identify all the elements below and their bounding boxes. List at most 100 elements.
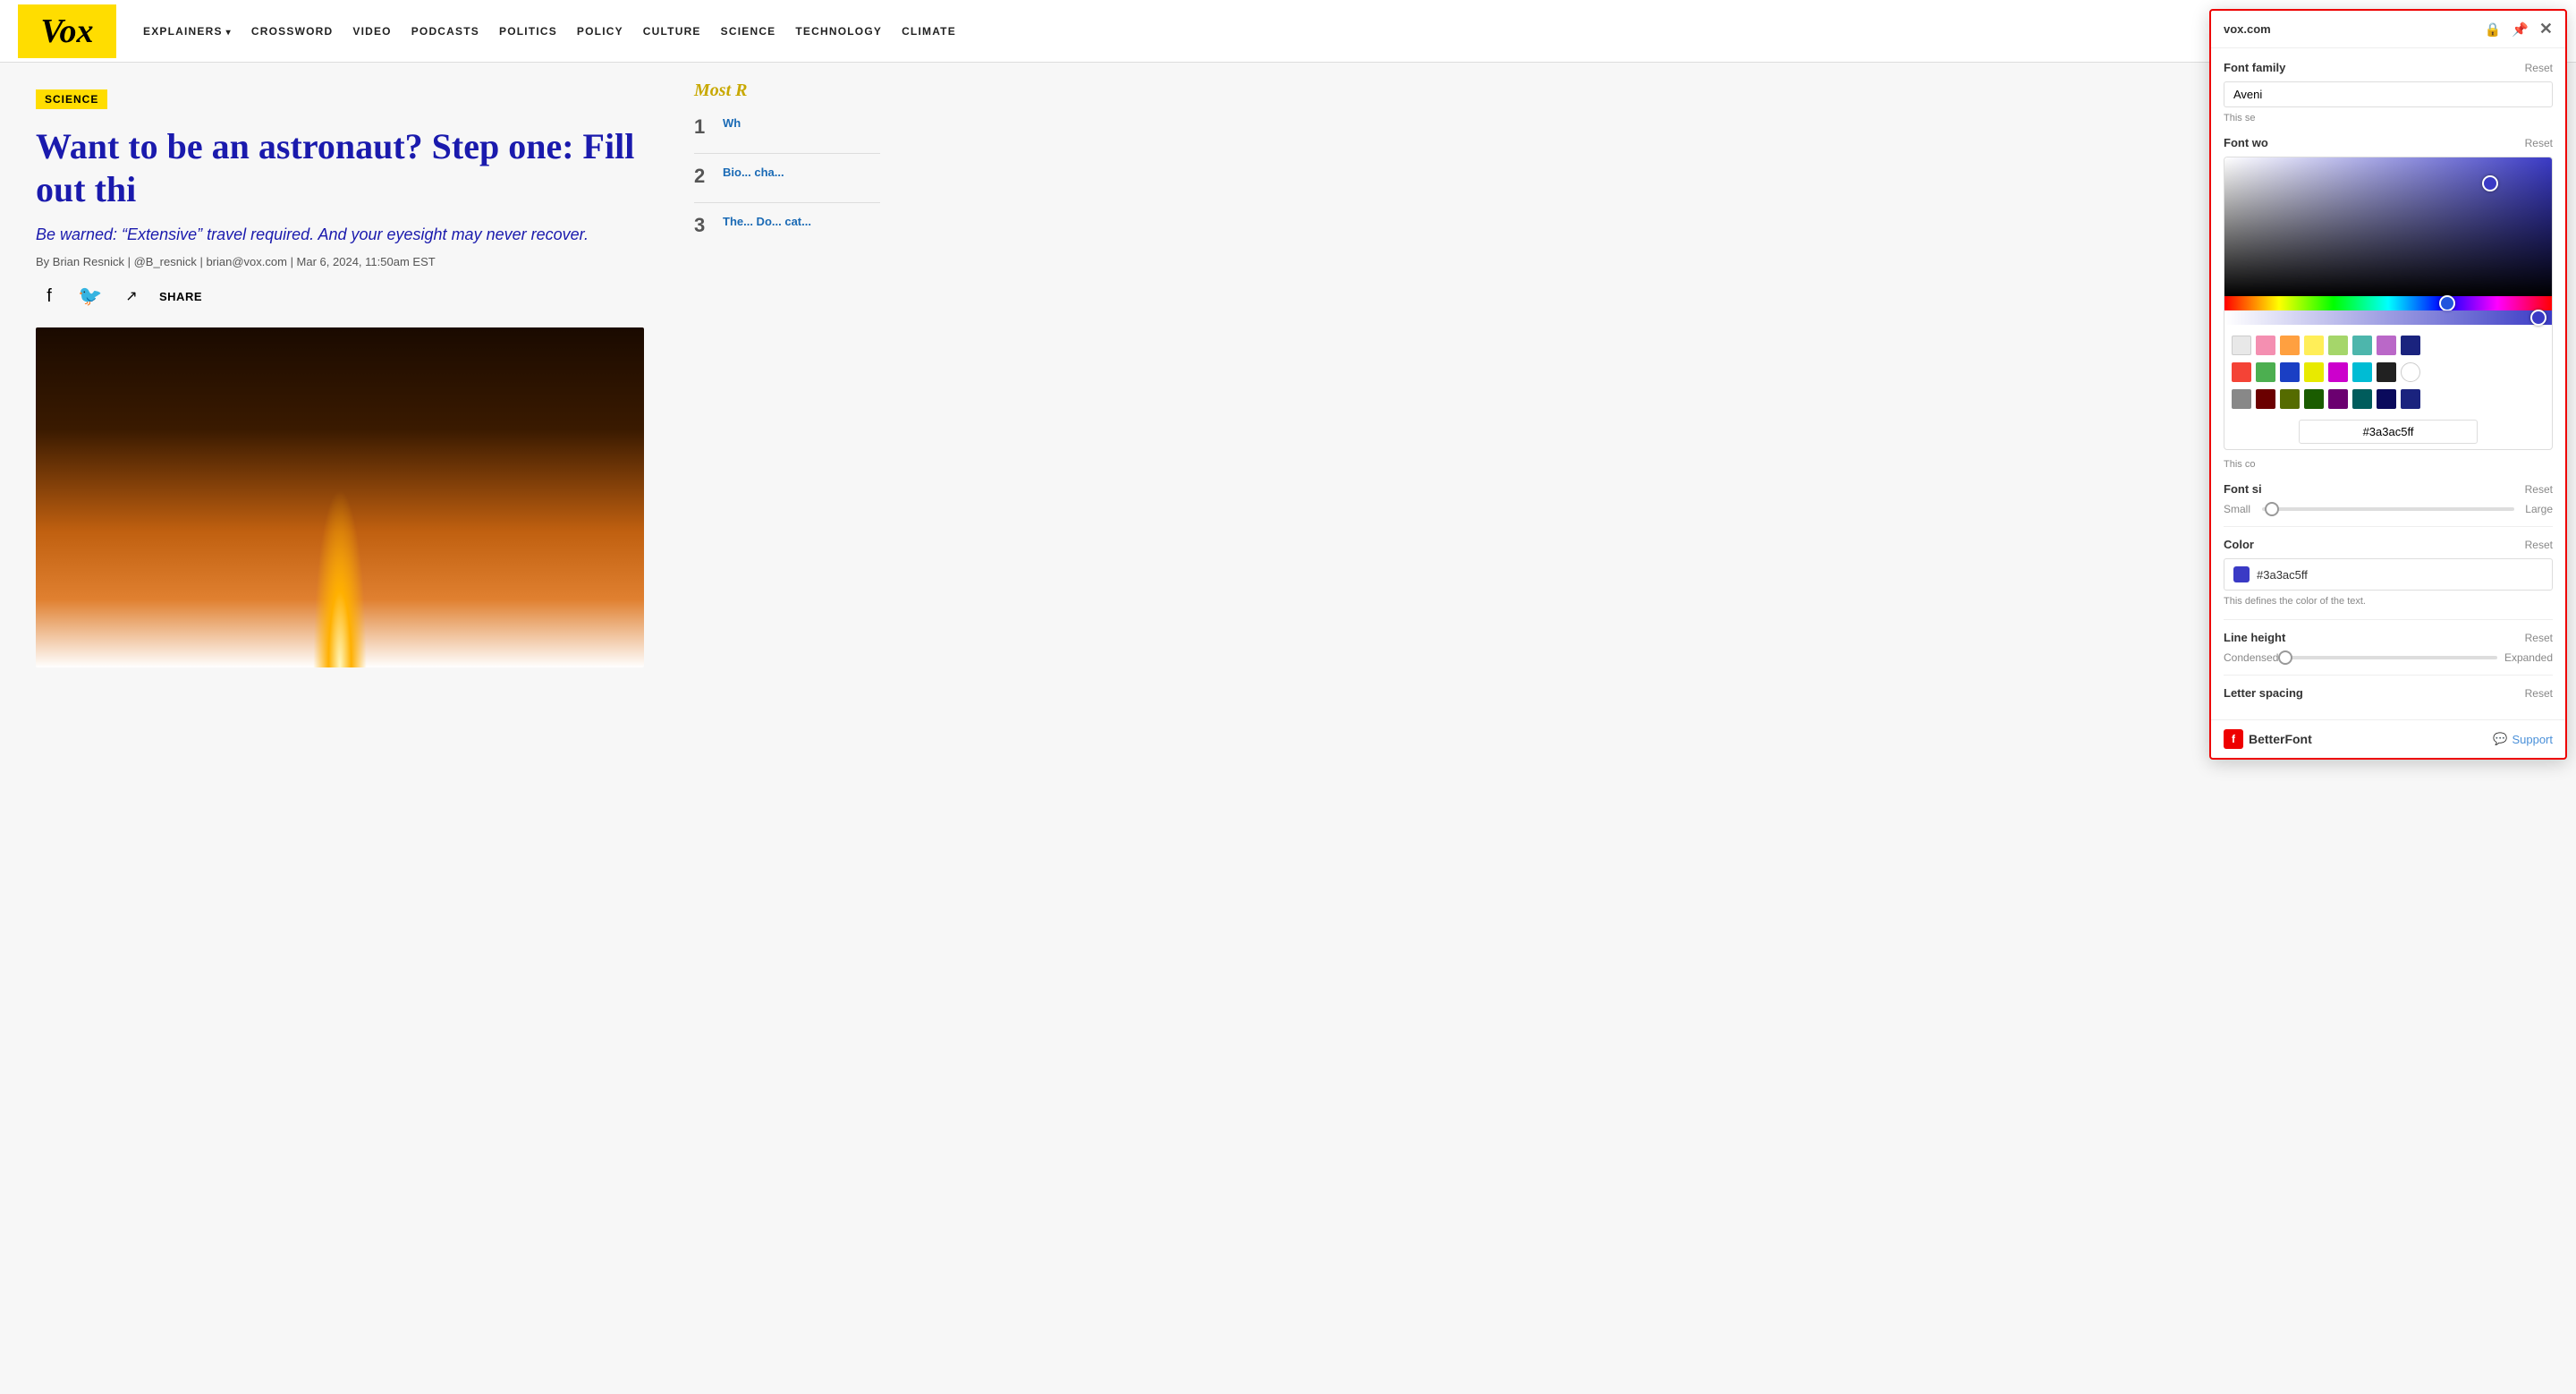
most-read-item-3: 3 The... Do... cat... bbox=[694, 214, 880, 237]
line-height-track[interactable] bbox=[2285, 656, 2497, 659]
hue-bar[interactable] bbox=[2224, 296, 2552, 310]
font-size-large-label: Large bbox=[2521, 503, 2553, 515]
font-size-track[interactable] bbox=[2262, 507, 2514, 511]
color-dot bbox=[2233, 566, 2250, 582]
swatch-green-light[interactable] bbox=[2328, 336, 2348, 355]
line-height-condensed-label: Condensed bbox=[2224, 651, 2278, 664]
swatch-red[interactable] bbox=[2232, 362, 2251, 382]
font-weight-reset[interactable]: Reset bbox=[2525, 137, 2553, 149]
alpha-bar[interactable] bbox=[2224, 310, 2552, 325]
article-image bbox=[36, 327, 644, 667]
font-size-small-label: Small bbox=[2224, 503, 2255, 515]
swatch-navy2[interactable] bbox=[2401, 389, 2420, 409]
swatch-pink[interactable] bbox=[2256, 336, 2275, 355]
nav-item-podcasts[interactable]: PODCASTS bbox=[411, 25, 479, 38]
swatch-dark-blue[interactable] bbox=[2377, 389, 2396, 409]
swatch-white-circle[interactable] bbox=[2401, 362, 2420, 382]
color-gradient-cursor[interactable] bbox=[2482, 175, 2498, 191]
nav-item-culture[interactable]: CULTURE bbox=[643, 25, 701, 38]
swatch-purple[interactable] bbox=[2377, 336, 2396, 355]
swatch-gray-light[interactable] bbox=[2232, 336, 2251, 355]
swatch-magenta[interactable] bbox=[2328, 362, 2348, 382]
most-read-num-1: 1 bbox=[694, 115, 712, 139]
swatch-yellow[interactable] bbox=[2304, 336, 2324, 355]
swatch-olive[interactable] bbox=[2280, 389, 2300, 409]
swatch-dark-purple[interactable] bbox=[2328, 389, 2348, 409]
site-header: Vox EXPLAINERS CROSSWORD VIDEO PODCASTS … bbox=[0, 0, 2576, 63]
swatch-row-3 bbox=[2224, 389, 2552, 414]
most-read-link-2[interactable]: Bio... cha... bbox=[723, 165, 784, 188]
nav-item-crossword[interactable]: CROSSWORD bbox=[251, 25, 333, 38]
most-read-link-1[interactable]: Wh bbox=[723, 115, 741, 139]
font-size-reset[interactable]: Reset bbox=[2525, 483, 2553, 496]
hue-cursor[interactable] bbox=[2439, 295, 2455, 311]
hex-input[interactable] bbox=[2299, 420, 2478, 444]
most-read-link-3[interactable]: The... Do... cat... bbox=[723, 214, 811, 237]
sidebar: Most R 1 Wh 2 Bio... cha... 3 The... Do.… bbox=[680, 63, 894, 694]
nav-item-climate[interactable]: CLIMATE bbox=[902, 25, 956, 38]
font-family-label: Font family bbox=[2224, 61, 2285, 74]
nav-item-science[interactable]: SCIENCE bbox=[721, 25, 776, 38]
nav-item-policy[interactable]: POLICY bbox=[577, 25, 623, 38]
letter-spacing-label: Letter spacing bbox=[2224, 686, 2303, 700]
main-nav: EXPLAINERS CROSSWORD VIDEO PODCASTS POLI… bbox=[143, 25, 956, 38]
line-height-reset[interactable]: Reset bbox=[2525, 632, 2553, 644]
swatch-teal[interactable] bbox=[2352, 336, 2372, 355]
swatch-dark-green[interactable] bbox=[2304, 389, 2324, 409]
article-badge[interactable]: SCIENCE bbox=[36, 89, 107, 109]
swatch-dark-red[interactable] bbox=[2256, 389, 2275, 409]
betterfont-label: BetterFont bbox=[2249, 732, 2312, 746]
support-label[interactable]: Support bbox=[2512, 733, 2553, 746]
logo-text: Vox bbox=[40, 12, 93, 51]
swatch-cyan[interactable] bbox=[2352, 362, 2372, 382]
line-height-expanded-label: Expanded bbox=[2504, 651, 2553, 664]
nav-item-technology[interactable]: TECHNOLOGY bbox=[795, 25, 882, 38]
popup-footer: f BetterFont 💬 Support bbox=[2211, 719, 2565, 758]
letter-spacing-reset[interactable]: Reset bbox=[2525, 687, 2553, 700]
font-weight-desc: This co bbox=[2224, 459, 2553, 470]
close-icon[interactable]: ✕ bbox=[2539, 20, 2553, 38]
color-reset[interactable]: Reset bbox=[2525, 539, 2553, 551]
swatch-navy[interactable] bbox=[2401, 336, 2420, 355]
article-area: SCIENCE Want to be an astronaut? Step on… bbox=[0, 63, 680, 694]
swatch-row-2 bbox=[2224, 362, 2552, 382]
font-size-header: Font si Reset bbox=[2224, 482, 2553, 496]
lock-icon[interactable]: 🔒 bbox=[2485, 21, 2502, 38]
swatch-orange[interactable] bbox=[2280, 336, 2300, 355]
swatch-gray-mid[interactable] bbox=[2232, 389, 2251, 409]
line-height-thumb[interactable] bbox=[2278, 650, 2292, 665]
article-title: Want to be an astronaut? Step one: Fill … bbox=[36, 125, 644, 211]
facebook-icon[interactable]: f bbox=[36, 283, 63, 310]
font-size-thumb[interactable] bbox=[2265, 502, 2279, 516]
font-size-label: Font si bbox=[2224, 482, 2262, 496]
popup-body: Font family Reset This se Font wo Reset bbox=[2211, 48, 2565, 719]
nav-item-politics[interactable]: POLITICS bbox=[499, 25, 557, 38]
line-height-header: Line height Reset bbox=[2224, 631, 2553, 644]
share-link-icon[interactable]: ↗ bbox=[118, 283, 145, 310]
most-read-num-3: 3 bbox=[694, 214, 712, 237]
font-family-input[interactable] bbox=[2224, 81, 2553, 107]
hex-input-wrap bbox=[2224, 420, 2552, 444]
logo[interactable]: Vox bbox=[18, 4, 116, 58]
swatch-green[interactable] bbox=[2256, 362, 2275, 382]
font-family-desc: This se bbox=[2224, 113, 2553, 123]
nav-item-video[interactable]: VIDEO bbox=[352, 25, 391, 38]
swatch-black[interactable] bbox=[2377, 362, 2396, 382]
twitter-icon[interactable]: 🐦 bbox=[77, 283, 104, 310]
alpha-cursor[interactable] bbox=[2530, 310, 2546, 326]
support-link[interactable]: 💬 Support bbox=[2493, 732, 2553, 746]
font-family-reset[interactable]: Reset bbox=[2525, 62, 2553, 74]
color-preview[interactable]: #3a3ac5ff bbox=[2224, 558, 2553, 591]
swatch-yellow2[interactable] bbox=[2304, 362, 2324, 382]
font-family-header: Font family Reset bbox=[2224, 61, 2553, 74]
color-hex-display: #3a3ac5ff bbox=[2257, 568, 2308, 582]
nav-item-explainers[interactable]: EXPLAINERS bbox=[143, 25, 232, 38]
font-weight-label: Font wo bbox=[2224, 136, 2268, 149]
footer-brand: f BetterFont bbox=[2224, 729, 2312, 749]
color-gradient-box[interactable] bbox=[2224, 157, 2552, 296]
pin-icon[interactable]: 📌 bbox=[2512, 21, 2529, 38]
swatch-dark-teal[interactable] bbox=[2352, 389, 2372, 409]
share-label[interactable]: SHARE bbox=[159, 290, 202, 303]
most-read-title: Most R bbox=[694, 81, 880, 101]
swatch-blue[interactable] bbox=[2280, 362, 2300, 382]
